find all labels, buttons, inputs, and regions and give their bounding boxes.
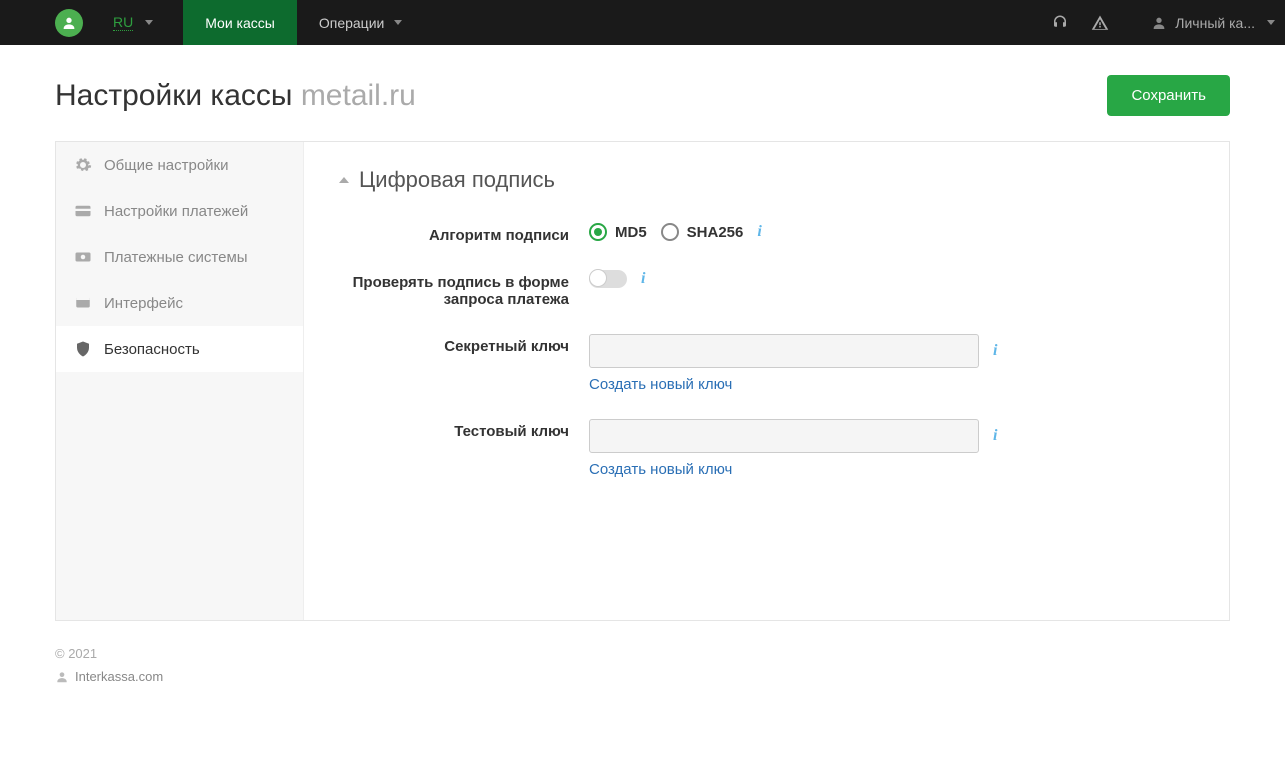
radio-md5[interactable]: MD5 [589, 223, 647, 241]
sidebar-item-label: Безопасность [104, 341, 200, 358]
section-toggle[interactable]: Цифровая подпись [339, 167, 1194, 193]
input-secret-key[interactable] [589, 334, 979, 368]
language-selector[interactable]: RU [113, 14, 133, 31]
header-icons: Личный ка... [1051, 14, 1275, 32]
content-panel: Общие настройки Настройки платежей Плате… [55, 141, 1230, 621]
sidebar-item-general[interactable]: Общие настройки [56, 142, 303, 188]
info-icon[interactable]: i [641, 270, 645, 288]
radio-sha256[interactable]: SHA256 [661, 223, 744, 241]
main-panel: Цифровая подпись Алгоритм подписи MD5 SH… [304, 142, 1229, 620]
label-secret-key: Секретный ключ [339, 334, 589, 355]
page-subtitle: metail.ru [301, 79, 416, 112]
info-icon[interactable]: i [993, 427, 997, 445]
sidebar-item-label: Настройки платежей [104, 203, 248, 220]
warning-icon[interactable] [1091, 14, 1109, 32]
footer: © 2021 Interkassa.com [0, 621, 1285, 709]
sidebar-item-label: Платежные системы [104, 249, 248, 266]
info-icon[interactable]: i [757, 223, 761, 241]
info-icon[interactable]: i [993, 342, 997, 360]
avatar[interactable] [55, 9, 83, 37]
nav-item-label: Операции [319, 15, 385, 31]
sidebar-item-security[interactable]: Безопасность [56, 326, 303, 372]
link-create-secret-key[interactable]: Создать новый ключ [589, 376, 732, 393]
sidebar-item-payments[interactable]: Настройки платежей [56, 188, 303, 234]
save-button[interactable]: Сохранить [1107, 75, 1230, 116]
chevron-down-icon [145, 20, 153, 25]
row-algorithm: Алгоритм подписи MD5 SHA256 i [339, 223, 1194, 244]
settings-sidebar: Общие настройки Настройки платежей Плате… [56, 142, 304, 620]
label-test-key: Тестовый ключ [339, 419, 589, 440]
sidebar-item-label: Общие настройки [104, 157, 229, 174]
footer-site-link[interactable]: Interkassa.com [55, 669, 1230, 684]
chevron-down-icon [394, 20, 402, 25]
user-icon [55, 670, 69, 684]
label-algorithm: Алгоритм подписи [339, 223, 589, 244]
radio-sha256-label: SHA256 [687, 224, 744, 241]
row-secret-key: Секретный ключ i Создать новый ключ [339, 334, 1194, 393]
sidebar-item-label: Интерфейс [104, 295, 183, 312]
user-icon [61, 15, 77, 31]
copyright: © 2021 [55, 646, 1230, 661]
user-menu[interactable]: Личный ка... [1151, 15, 1275, 31]
sidebar-item-payment-systems[interactable]: Платежные системы [56, 234, 303, 280]
page-title-text: Настройки кассы [55, 79, 292, 112]
page-header: Настройки кассы metail.ru Сохранить [0, 45, 1285, 141]
chevron-down-icon [1267, 20, 1275, 25]
input-test-key[interactable] [589, 419, 979, 453]
card-icon [74, 202, 92, 220]
nav-item-label: Мои кассы [205, 15, 275, 31]
row-test-key: Тестовый ключ i Создать новый ключ [339, 419, 1194, 478]
radio-md5-label: MD5 [615, 224, 647, 241]
nav-item-operations[interactable]: Операции [297, 0, 425, 45]
gear-icon [74, 156, 92, 174]
user-menu-label: Личный ка... [1175, 15, 1255, 31]
section-title-text: Цифровая подпись [359, 167, 555, 193]
toggle-verify-signature[interactable] [589, 270, 627, 288]
sidebar-item-interface[interactable]: Интерфейс [56, 280, 303, 326]
money-icon [74, 248, 92, 266]
footer-site-label: Interkassa.com [75, 669, 163, 684]
nav-item-my-cashboxes[interactable]: Мои кассы [183, 0, 297, 45]
label-verify: Проверять подпись в форме запроса платеж… [339, 270, 589, 308]
top-nav: RU Мои кассы Операции Личный ка... [0, 0, 1285, 45]
row-verify: Проверять подпись в форме запроса платеж… [339, 270, 1194, 308]
headset-icon[interactable] [1051, 14, 1069, 32]
user-icon [1151, 15, 1167, 31]
shield-icon [74, 340, 92, 358]
window-icon [74, 294, 92, 312]
chevron-up-icon [339, 177, 349, 183]
page-title: Настройки кассы metail.ru [55, 79, 416, 113]
link-create-test-key[interactable]: Создать новый ключ [589, 461, 732, 478]
